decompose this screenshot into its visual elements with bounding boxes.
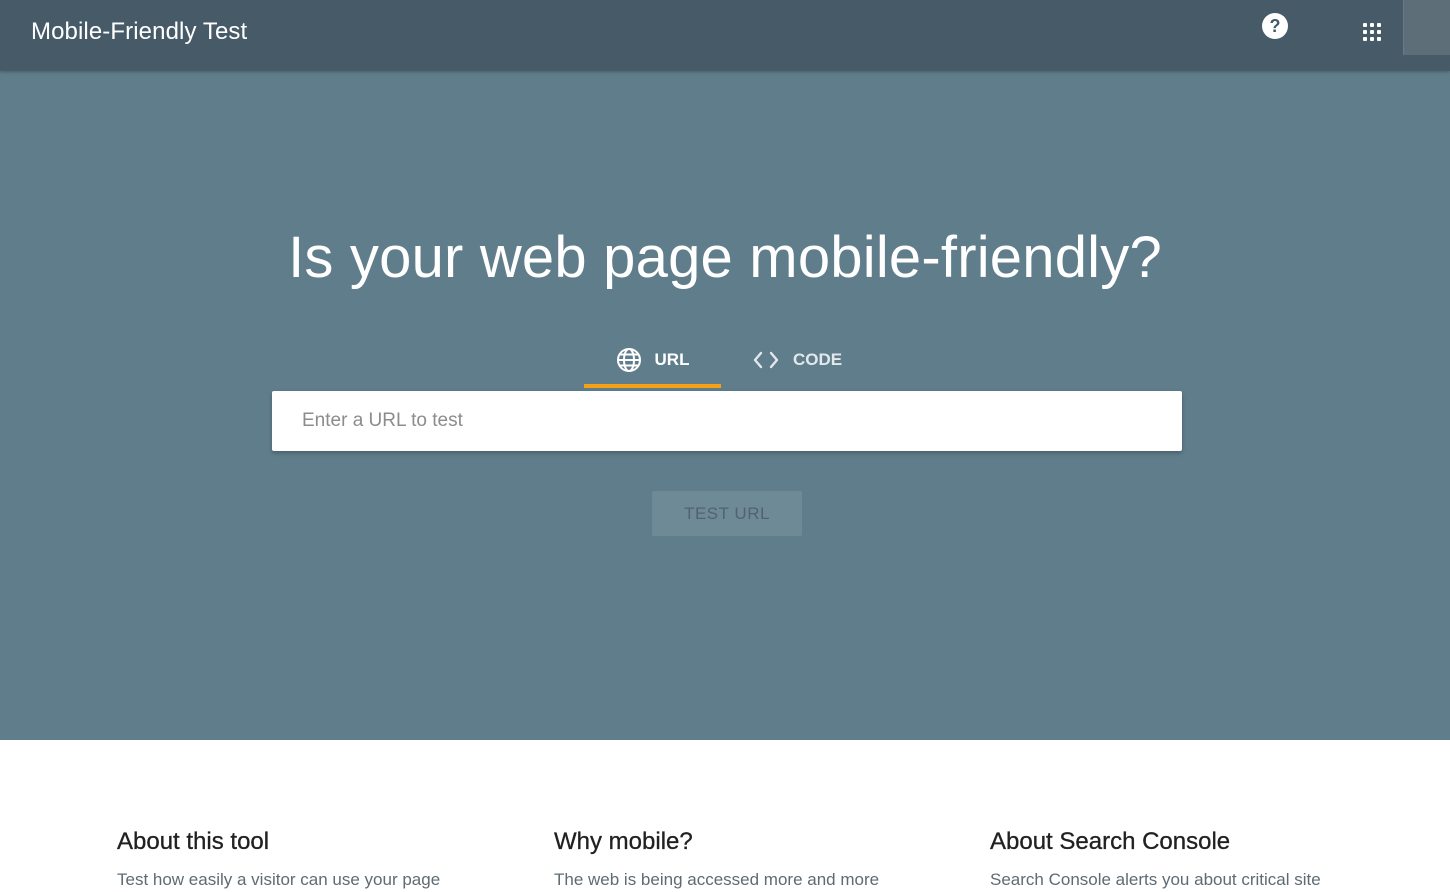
info-text: Test how easily a visitor can use your p… [117,870,441,889]
test-url-button[interactable]: TEST URL [652,491,802,536]
info-text: The web is being accessed more and more [554,870,880,889]
info-column-about-tool: About this tool Test how easily a visito… [117,828,477,892]
tab-url[interactable]: URL [584,336,721,388]
info-heading: About this tool [117,828,270,855]
url-input[interactable] [272,391,1162,451]
code-brackets-icon [753,351,779,369]
hero-section: Is your web page mobile-friendly? URL CO… [0,71,1450,740]
help-icon[interactable]: ? [1262,13,1288,39]
info-column-why-mobile: Why mobile? The web is being accessed mo… [554,828,914,892]
info-heading: About Search Console [990,828,1231,855]
info-text: Search Console alerts you about critical… [990,870,1321,889]
apps-grid-icon[interactable] [1360,20,1384,44]
url-input-container [272,391,1182,451]
info-heading: Why mobile? [554,828,693,855]
tab-code[interactable]: CODE [721,336,873,388]
top-app-bar: Mobile-Friendly Test ? [0,0,1450,71]
tab-code-label: CODE [792,350,843,369]
input-mode-tabs: URL CODE [584,336,873,391]
app-title[interactable]: Mobile-Friendly Test [31,18,247,46]
info-column-search-console: About Search Console Search Console aler… [990,828,1350,892]
account-avatar[interactable] [1403,0,1450,55]
info-section: About this tool Test how easily a visito… [0,740,1450,892]
tab-url-label: URL [654,350,690,369]
globe-icon [616,348,641,372]
hero-title: Is your web page mobile-friendly? [288,225,1162,290]
